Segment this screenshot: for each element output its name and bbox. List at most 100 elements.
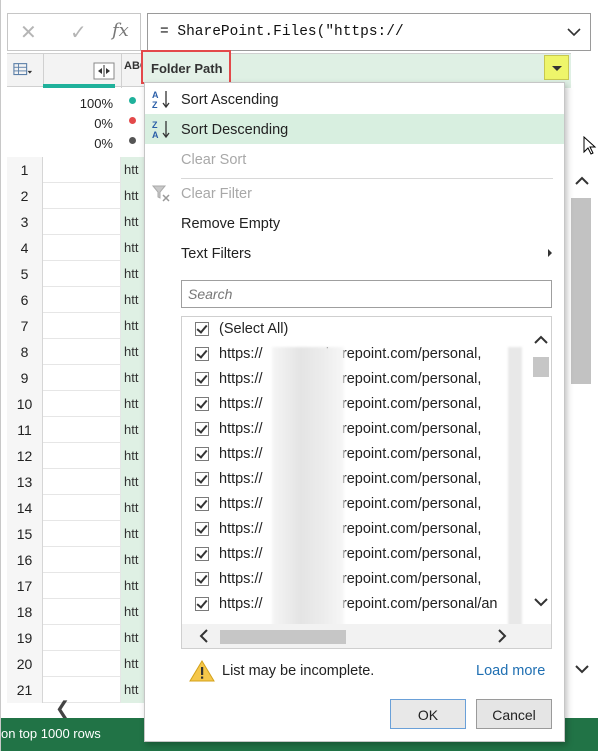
table-row[interactable]: 18 htt bbox=[7, 599, 145, 625]
filter-value-item[interactable]: https://sharepoint.com/personal, bbox=[182, 443, 512, 468]
table-row[interactable]: 17 htt bbox=[7, 573, 145, 599]
table-row[interactable]: 1 htt bbox=[7, 157, 145, 183]
filter-values-list[interactable]: (Select All) https://sharepoint.com/pers… bbox=[181, 316, 552, 649]
checkbox[interactable] bbox=[195, 347, 209, 361]
list-horizontal-scrollbar[interactable] bbox=[182, 624, 551, 648]
table-cell[interactable]: htt bbox=[121, 365, 145, 391]
list-vertical-scrollbar[interactable] bbox=[531, 331, 551, 613]
scroll-right-icon[interactable] bbox=[494, 628, 510, 644]
checkbox[interactable] bbox=[195, 572, 209, 586]
scroll-down-icon[interactable] bbox=[571, 658, 593, 680]
sort-ascending-item[interactable]: A Z Sort Ascending bbox=[145, 84, 564, 114]
grid-vertical-scrollbar[interactable] bbox=[571, 170, 593, 690]
table-cell[interactable] bbox=[43, 287, 121, 313]
fx-icon[interactable]: fx bbox=[112, 20, 129, 41]
filter-value-item[interactable]: https://sharepoint.com/personal, bbox=[182, 393, 512, 418]
table-cell[interactable]: htt bbox=[121, 313, 145, 339]
checkbox[interactable] bbox=[195, 547, 209, 561]
table-cell[interactable] bbox=[43, 209, 121, 235]
table-cell[interactable]: htt bbox=[121, 443, 145, 469]
filter-value-item[interactable]: https://sharepoint.com/personal, bbox=[182, 493, 512, 518]
table-cell[interactable]: htt bbox=[121, 209, 145, 235]
table-row[interactable]: 16 htt bbox=[7, 547, 145, 573]
remove-empty-item[interactable]: Remove Empty bbox=[145, 208, 564, 238]
select-all-item[interactable]: (Select All) bbox=[182, 318, 512, 343]
expand-columns-icon[interactable] bbox=[93, 62, 115, 80]
scroll-left-icon[interactable]: ❮ bbox=[55, 698, 70, 719]
table-row[interactable]: 15 htt bbox=[7, 521, 145, 547]
table-cell[interactable] bbox=[43, 157, 121, 183]
filter-value-item[interactable]: https://sharepoint.com/personal, bbox=[182, 343, 512, 368]
table-row[interactable]: 21 htt bbox=[7, 677, 145, 703]
table-row[interactable]: 13 htt bbox=[7, 469, 145, 495]
column-header-a[interactable] bbox=[43, 54, 121, 88]
scrollbar-thumb[interactable] bbox=[220, 630, 346, 644]
table-cell[interactable] bbox=[43, 183, 121, 209]
table-row[interactable]: 20 htt bbox=[7, 651, 145, 677]
scroll-left-icon[interactable] bbox=[196, 628, 212, 644]
table-row[interactable]: 8 htt bbox=[7, 339, 145, 365]
scrollbar-thumb[interactable] bbox=[571, 198, 591, 384]
table-row[interactable]: 9 htt bbox=[7, 365, 145, 391]
table-cell[interactable]: htt bbox=[121, 339, 145, 365]
clear-sort-item[interactable]: Clear Sort bbox=[145, 144, 564, 174]
scrollbar-thumb[interactable] bbox=[533, 357, 549, 377]
filter-value-item[interactable]: https://sharepoint.com/personal, bbox=[182, 468, 512, 493]
table-cell[interactable]: htt bbox=[121, 183, 145, 209]
table-cell[interactable] bbox=[43, 417, 121, 443]
table-cell[interactable] bbox=[43, 235, 121, 261]
checkbox[interactable] bbox=[195, 322, 209, 336]
table-cell[interactable] bbox=[43, 365, 121, 391]
table-row[interactable]: 4 htt bbox=[7, 235, 145, 261]
table-row[interactable]: 10 htt bbox=[7, 391, 145, 417]
table-cell[interactable]: htt bbox=[121, 261, 145, 287]
checkbox[interactable] bbox=[195, 497, 209, 511]
checkbox[interactable] bbox=[195, 447, 209, 461]
checkbox[interactable] bbox=[195, 397, 209, 411]
table-cell[interactable] bbox=[43, 313, 121, 339]
close-icon[interactable]: ✕ bbox=[20, 20, 37, 45]
table-cell[interactable] bbox=[43, 599, 121, 625]
scroll-up-icon[interactable] bbox=[571, 170, 593, 192]
table-cell[interactable]: htt bbox=[121, 495, 145, 521]
clear-filter-item[interactable]: Clear Filter bbox=[145, 178, 564, 208]
table-row[interactable]: 5 htt bbox=[7, 261, 145, 287]
table-row[interactable]: 12 htt bbox=[7, 443, 145, 469]
filter-value-item[interactable]: https://sharepoint.com/personal, bbox=[182, 368, 512, 393]
table-cell[interactable] bbox=[43, 339, 121, 365]
table-cell[interactable]: htt bbox=[121, 235, 145, 261]
table-cell[interactable]: htt bbox=[121, 157, 145, 183]
ok-button[interactable]: OK bbox=[390, 699, 466, 729]
table-row[interactable]: 14 htt bbox=[7, 495, 145, 521]
table-cell[interactable]: htt bbox=[121, 599, 145, 625]
checkbox[interactable] bbox=[195, 422, 209, 436]
table-cell[interactable] bbox=[43, 391, 121, 417]
check-icon[interactable]: ✓ bbox=[70, 20, 87, 45]
table-cell[interactable]: htt bbox=[121, 417, 145, 443]
folder-path-header-label[interactable]: Folder Path bbox=[141, 50, 231, 84]
table-cell[interactable]: htt bbox=[121, 521, 145, 547]
filter-value-item[interactable]: https:// sharepoint.com/personal/an bbox=[182, 593, 512, 618]
scroll-up-icon[interactable] bbox=[531, 331, 551, 349]
table-row[interactable]: 2 htt bbox=[7, 183, 145, 209]
filter-value-item[interactable]: https://sharepoint.com/personal, bbox=[182, 518, 512, 543]
table-cell[interactable] bbox=[43, 469, 121, 495]
cancel-button[interactable]: Cancel bbox=[476, 699, 552, 729]
filter-value-item[interactable]: https://sharepoint.com/personal, bbox=[182, 543, 512, 568]
table-cell[interactable] bbox=[43, 573, 121, 599]
table-row[interactable]: 19 htt bbox=[7, 625, 145, 651]
table-cell[interactable] bbox=[43, 443, 121, 469]
checkbox[interactable] bbox=[195, 472, 209, 486]
table-cell[interactable]: htt bbox=[121, 287, 145, 313]
filter-value-item[interactable]: https://sharepoint.com/personal, bbox=[182, 418, 512, 443]
formula-input[interactable]: = SharePoint.Files("https:// bbox=[147, 13, 591, 51]
load-more-link[interactable]: Load more bbox=[476, 663, 545, 679]
chevron-down-icon[interactable] bbox=[566, 26, 582, 38]
table-row[interactable]: 3 htt bbox=[7, 209, 145, 235]
table-cell[interactable]: htt bbox=[121, 469, 145, 495]
checkbox[interactable] bbox=[195, 522, 209, 536]
table-cell[interactable] bbox=[43, 625, 121, 651]
table-row[interactable]: 7 htt bbox=[7, 313, 145, 339]
table-cell[interactable] bbox=[43, 261, 121, 287]
text-filters-item[interactable]: Text Filters bbox=[145, 238, 564, 268]
